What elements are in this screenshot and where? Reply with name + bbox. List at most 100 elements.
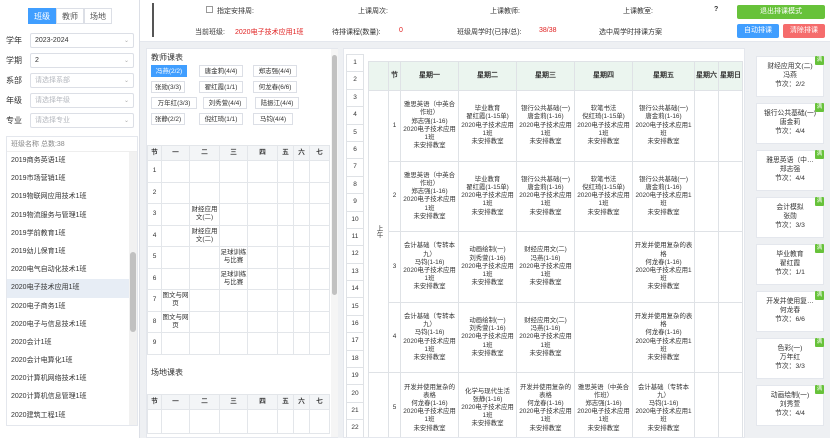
tab-teacher[interactable]: 教师 (56, 8, 84, 24)
slot-cell[interactable] (309, 224, 330, 247)
slot-cell[interactable] (219, 160, 248, 183)
slot-cell[interactable] (309, 181, 330, 204)
class-list-item[interactable]: 2020电子与信息技术1班 (7, 316, 129, 334)
course-cell[interactable]: 会计基础（专转本九） 马钧(1-16) 2020电子技术应用1班 未安排教室 (400, 301, 459, 374)
empty-slot-cell[interactable] (694, 231, 719, 303)
slot-cell[interactable] (247, 203, 278, 226)
slot-cell[interactable] (277, 224, 294, 247)
course-cell[interactable]: 银行公共基础(一) 唐金莉(1-16) 2020电子技术应用1班 未安排教室 (516, 160, 575, 233)
course-cell[interactable]: 雅思英语（中英合作班） 郑志强(1-16) 2020电子技术应用1班 未安排教室 (574, 372, 633, 437)
class-list-item[interactable]: 2019学前教育1班 (7, 225, 129, 243)
course-cell[interactable]: 图文与网页 (161, 310, 190, 333)
slot-cell[interactable] (189, 160, 220, 183)
slot-cell[interactable] (277, 203, 294, 226)
slot-cell[interactable] (293, 267, 310, 290)
empty-slot-cell[interactable] (694, 372, 719, 437)
tab-room[interactable]: 场地 (84, 8, 112, 24)
course-cell[interactable]: 银行公共基础(一) 唐金莉(1-16) 2020电子技术应用1班 未安排教室 (632, 160, 695, 233)
class-list-item[interactable]: 2019物流服务与管理1班 (7, 207, 129, 225)
slot-cell[interactable] (309, 289, 330, 312)
slot-cell[interactable] (219, 409, 248, 434)
slot-cell[interactable] (161, 267, 190, 290)
slot-cell[interactable] (277, 409, 294, 434)
class-list-item[interactable]: 2020建筑工程1班 (7, 407, 129, 425)
slot-cell[interactable] (293, 181, 310, 204)
empty-slot-cell[interactable] (718, 372, 743, 437)
slot-cell[interactable] (219, 203, 248, 226)
course-cell[interactable]: 足球训练与比赛 (219, 267, 248, 290)
slot-cell[interactable] (161, 203, 190, 226)
course-cell[interactable]: 雅思英语（中英合作班） 郑志强(1-16) 2020电子技术应用1班 未安排教室 (400, 90, 459, 162)
slot-cell[interactable] (219, 332, 248, 355)
course-cell[interactable]: 财经应用文(二) (189, 224, 220, 247)
class-list-item[interactable]: 2020计算机网络技术1班 (7, 370, 129, 388)
clear-schedule-button[interactable]: 清除排课 (783, 24, 825, 38)
course-cell[interactable]: 开发并使用复杂的表格 何龙春(1-16) 2020电子技术应用1班 未安排教室 (632, 301, 695, 374)
course-cell[interactable]: 财经应用文(二) 冯燕(1-16) 2020电子技术应用1班 未安排教室 (516, 301, 575, 374)
empty-slot-cell[interactable] (574, 231, 633, 303)
teacher-chip[interactable]: 郑志强(4/4) (253, 65, 297, 77)
slot-cell[interactable] (293, 224, 310, 247)
slot-cell[interactable] (309, 160, 330, 183)
course-cell[interactable]: 会计基础（专转本九） 马钧(1-16) 2020电子技术应用1班 未安排教室 (632, 372, 695, 437)
slot-cell[interactable] (161, 332, 190, 355)
slot-cell[interactable] (293, 332, 310, 355)
class-list-item[interactable]: 2019市场营销1班 (7, 170, 129, 188)
course-cell[interactable]: 银行公共基础(一) 唐金莉(1-16) 2020电子技术应用1班 未安排教室 (632, 90, 695, 162)
class-list-item[interactable]: 2020会计1班 (7, 334, 129, 352)
scrollbar-thumb[interactable] (332, 55, 337, 295)
pending-course-card[interactable]: 满开发并使用复… 何龙春 节次：6/6 (756, 291, 824, 332)
teacher-chip[interactable]: 张静(2/2) (151, 113, 185, 125)
course-cell[interactable]: 银行公共基础(一) 唐金莉(1-16) 2020电子技术应用1班 未安排教室 (516, 90, 575, 162)
course-cell[interactable]: 毕业教育 翟红霞(1-15单) 2020电子技术应用1班 未安排教室 (458, 90, 517, 162)
help-icon[interactable]: ? (714, 6, 718, 13)
slot-cell[interactable] (247, 310, 278, 333)
teacher-chip[interactable]: 陆振江(4/4) (255, 97, 299, 109)
slot-cell[interactable] (247, 224, 278, 247)
teacher-chip[interactable]: 唐金莉(4/4) (199, 65, 243, 77)
tab-class[interactable]: 班级 (28, 8, 56, 24)
slot-cell[interactable] (293, 310, 310, 333)
slot-cell[interactable] (293, 203, 310, 226)
class-list-item[interactable]: 2020电子商务1班 (7, 298, 129, 316)
course-cell[interactable]: 开发并使用复杂的表格 何龙春(1-16) 2020电子技术应用1班 未安排教室 (400, 372, 459, 437)
slot-cell[interactable] (161, 409, 190, 434)
slot-cell[interactable] (247, 289, 278, 312)
course-cell[interactable]: 动画绘制(一) 刘秀萱(1-16) 2020电子技术应用1班 未安排教室 (458, 231, 517, 303)
slot-cell[interactable] (189, 267, 220, 290)
class-list-item[interactable]: 2019幼儿保育1班 (7, 243, 129, 261)
course-cell[interactable]: 毕业教育 翟红霞(1-15单) 2020电子技术应用1班 未安排教室 (458, 160, 517, 233)
class-list-item[interactable]: 2020会计电算化1班 (7, 352, 129, 370)
slot-cell[interactable] (219, 289, 248, 312)
major-select[interactable]: 请选择专业 ⌄ (30, 112, 134, 128)
class-list-scrollbar[interactable] (129, 152, 137, 425)
empty-slot-cell[interactable] (718, 90, 743, 162)
teacher-panel-scrollbar[interactable] (331, 49, 338, 437)
exit-scheduling-button[interactable]: 退出排课模式 (737, 5, 825, 19)
slot-cell[interactable] (293, 289, 310, 312)
teacher-chip[interactable]: 倪红琦(1/1) (199, 113, 243, 125)
empty-slot-cell[interactable] (694, 90, 719, 162)
slot-cell[interactable] (277, 289, 294, 312)
pending-course-card[interactable]: 满会计模拟 张勋 节次：3/3 (756, 197, 824, 238)
slot-cell[interactable] (293, 409, 310, 434)
course-cell[interactable]: 动画绘制(一) 刘秀萱(1-16) 2020电子技术应用1班 未安排教室 (458, 301, 517, 374)
slot-cell[interactable] (247, 181, 278, 204)
slot-cell[interactable] (219, 181, 248, 204)
class-list-item[interactable]: 2019商务英语1班 (7, 152, 129, 170)
course-cell[interactable]: 图文与网页 (161, 289, 190, 312)
pending-course-card[interactable]: 满银行公共基础(一) 唐金莉 节次：4/4 (756, 103, 824, 144)
slot-cell[interactable] (277, 246, 294, 269)
slot-cell[interactable] (309, 332, 330, 355)
class-list-item[interactable]: 2019物联网应用技术1班 (7, 188, 129, 206)
slot-cell[interactable] (293, 160, 310, 183)
slot-cell[interactable] (247, 160, 278, 183)
slot-cell[interactable] (309, 310, 330, 333)
teacher-chip[interactable]: 张勋(3/3) (151, 81, 185, 93)
course-cell[interactable]: 开发并使用复杂的表格 何龙春(1-16) 2020电子技术应用1班 未安排教室 (516, 372, 575, 437)
teacher-chip[interactable]: 刘秀萱(4/4) (203, 97, 247, 109)
class-list-item[interactable]: 2020电气自动化技术1班 (7, 261, 129, 279)
course-cell[interactable]: 软笔书法 倪红琦(1-15单) 2020电子技术应用1班 未安排教室 (574, 160, 633, 233)
course-cell[interactable]: 财经应用文(二) (189, 203, 220, 226)
empty-slot-cell[interactable] (718, 231, 743, 303)
